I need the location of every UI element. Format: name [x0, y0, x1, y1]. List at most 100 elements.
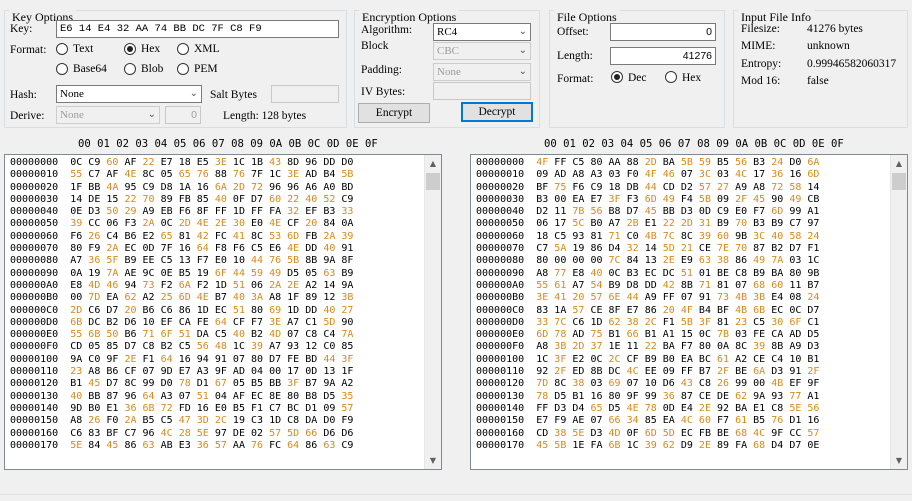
offset-input[interactable]: 0	[610, 23, 716, 41]
format-blob-radio[interactable]	[124, 63, 136, 75]
format-hex-label[interactable]: Hex	[141, 42, 160, 56]
iv-bytes-label: IV Bytes:	[361, 86, 406, 98]
hex-byte: 4C	[160, 427, 173, 439]
left-scroll-thumb[interactable]	[426, 173, 440, 190]
format-pem-label[interactable]: PEM	[194, 62, 218, 76]
format-blob-label[interactable]: Blob	[141, 62, 163, 76]
block-select[interactable]: CBC ⌄	[433, 42, 531, 60]
hex-byte: 6B	[142, 402, 155, 414]
format-xml-radio[interactable]	[177, 43, 189, 55]
hex-byte: 8F	[608, 304, 621, 316]
format-pem-radio[interactable]	[177, 63, 189, 75]
hex-byte: B3	[626, 267, 639, 279]
derive-count-input[interactable]: 0	[165, 106, 201, 124]
hex-byte: B3	[753, 218, 766, 230]
encrypt-button[interactable]: Encrypt	[358, 103, 430, 123]
hex-byte: BC	[287, 402, 300, 414]
hex-byte: E4	[771, 292, 784, 304]
hex-byte: 7C	[662, 230, 675, 242]
mime-value: unknown	[807, 40, 850, 52]
padding-select[interactable]: None ⌄	[433, 63, 531, 81]
hex-byte: 80	[698, 341, 711, 353]
hex-byte: F4	[680, 193, 693, 205]
format-base64-radio[interactable]	[56, 63, 68, 75]
hex-byte: 57	[698, 181, 711, 193]
hex-byte: 4B	[771, 378, 784, 390]
hex-byte: 92	[717, 402, 730, 414]
format-text-radio[interactable]	[56, 43, 68, 55]
right-hex-view[interactable]: 00000000 4F FF C5 80 AA 88 2D BA 5B 59 B…	[470, 154, 908, 470]
hex-byte: C0	[88, 353, 101, 365]
hex-byte: 49	[662, 193, 675, 205]
hex-byte: 24	[807, 230, 820, 242]
hex-byte: CE	[753, 353, 766, 365]
scroll-down-icon[interactable]: ▼	[425, 452, 441, 469]
hex-byte: C8	[735, 267, 748, 279]
hex-byte: B8	[608, 206, 621, 218]
scroll-up-icon[interactable]: ▲	[425, 155, 441, 172]
hex-byte: 09	[717, 193, 730, 205]
left-hex-view[interactable]: 00000000 0C C9 60 AF 22 E7 18 E5 3E 1C 1…	[4, 154, 442, 470]
hex-byte: B3	[536, 193, 549, 205]
hex-byte: 57	[269, 427, 282, 439]
algorithm-select[interactable]: RC4 ⌄	[433, 23, 531, 41]
format-base64-label[interactable]: Base64	[73, 62, 107, 76]
hex-byte: 43	[269, 157, 282, 168]
hex-byte: 61	[554, 279, 567, 291]
hex-byte: BB	[662, 206, 675, 218]
file-format-dec-radio[interactable]	[611, 71, 623, 83]
file-length-input[interactable]: 41276	[610, 47, 716, 65]
hex-byte: F1	[142, 353, 155, 365]
hex-byte: 40	[323, 304, 336, 316]
file-format-hex-radio[interactable]	[665, 71, 677, 83]
hex-byte: D6	[341, 427, 354, 439]
scroll-down-icon[interactable]: ▼	[891, 452, 907, 469]
hex-byte: 2A	[269, 279, 282, 291]
hex-byte: DB	[626, 181, 639, 193]
hex-byte: 2A	[142, 218, 155, 230]
hex-byte: D2	[536, 206, 549, 218]
decrypt-button[interactable]: Decrypt	[461, 102, 533, 122]
hex-byte: 23	[70, 366, 83, 378]
file-format-dec-label[interactable]: Dec	[628, 71, 647, 85]
format-text-label[interactable]: Text	[73, 42, 93, 56]
hex-byte: 80	[536, 255, 549, 267]
hex-byte: 06	[106, 218, 119, 230]
file-format-hex-label[interactable]: Hex	[682, 71, 701, 85]
hex-byte: 5C	[572, 218, 585, 230]
hex-byte: 46	[662, 169, 675, 181]
hex-byte: 4B	[735, 304, 748, 316]
derive-select[interactable]: None ⌄	[56, 106, 160, 124]
hex-byte: 1E	[572, 439, 585, 451]
hex-byte: 9C	[142, 267, 155, 279]
right-scroll-thumb[interactable]	[892, 173, 906, 190]
hex-row: 00000020 BF 75 F6 C9 18 DB 44 CD D2 57 2…	[476, 182, 819, 194]
hex-byte: D5	[323, 390, 336, 402]
left-scrollbar[interactable]: ▲ ▼	[424, 155, 441, 469]
hash-select[interactable]: None ⌄	[56, 85, 202, 103]
hex-byte: 57	[572, 304, 585, 316]
hex-byte: D4	[608, 243, 621, 255]
hex-byte: 0F	[626, 427, 639, 439]
hex-byte: 75	[590, 329, 603, 341]
right-scrollbar[interactable]: ▲ ▼	[890, 155, 907, 469]
hex-byte: A7	[70, 255, 83, 267]
hex-byte: 87	[680, 390, 693, 402]
hex-byte: 44	[232, 267, 245, 279]
hex-byte: DC	[608, 366, 621, 378]
scroll-up-icon[interactable]: ▲	[891, 155, 907, 172]
hex-byte: F0	[626, 169, 639, 181]
hex-offset: 00000130	[10, 390, 71, 402]
hex-byte: 1C	[536, 353, 549, 365]
format-xml-label[interactable]: XML	[194, 42, 220, 56]
iv-bytes-input[interactable]	[433, 82, 531, 100]
hex-byte: 16	[196, 402, 209, 414]
hex-byte: D4	[771, 439, 784, 451]
hex-byte: EC	[251, 390, 264, 402]
hex-row: 00000080 A7 36 5F B9 EE C5 13 F7 E0 10 4…	[10, 255, 353, 267]
salt-bytes-input[interactable]	[271, 85, 339, 103]
hex-byte: 36	[124, 402, 137, 414]
hex-byte: BE	[717, 267, 730, 279]
format-hex-radio[interactable]	[124, 43, 136, 55]
key-input[interactable]: E6 14 E4 32 AA 74 BB DC 7F C8 F9	[56, 20, 339, 38]
